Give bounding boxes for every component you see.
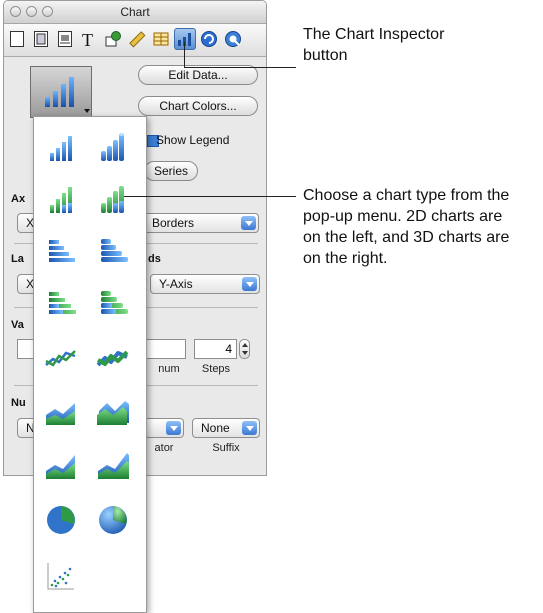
chart-type-2d-pie[interactable] (42, 501, 80, 539)
3d-line-chart-icon (96, 350, 129, 367)
separator-label: ator (154, 442, 174, 454)
values-heading: Va (11, 319, 24, 331)
line-chart-icon (45, 350, 76, 367)
minimum-field[interactable] (144, 339, 186, 359)
steps-stepper[interactable] (239, 339, 250, 359)
chevron-down-icon (241, 216, 256, 230)
chart-icon (178, 33, 191, 46)
show-legend-label: Show Legend (156, 133, 230, 147)
chart-type-leader (124, 196, 296, 197)
layout-icon (34, 31, 48, 47)
chart-type-2d-bar[interactable] (42, 233, 80, 271)
series-button[interactable]: Series (144, 161, 198, 181)
stacked-column-chart-icon (50, 187, 72, 213)
chart-type-3d-area[interactable] (94, 393, 132, 431)
chart-type-3d-line[interactable] (94, 339, 132, 377)
suffix-label: Suffix (212, 442, 240, 454)
stacked-bar-chart-icon (49, 292, 76, 314)
chart-type-button[interactable] (30, 66, 92, 118)
3d-bar-chart-icon (101, 239, 128, 262)
document-inspector-button[interactable] (6, 28, 28, 50)
chart-type-2d-stacked-bar[interactable] (42, 285, 80, 323)
borders-popup[interactable]: Borders (143, 213, 259, 233)
chart-type-2d-column[interactable] (42, 129, 80, 167)
layout-inspector-button[interactable] (30, 28, 52, 50)
chart-type-3d-stacked-column[interactable] (94, 181, 132, 219)
number-format-heading: Nu (11, 397, 26, 409)
labels-heading-tail: ds (148, 253, 161, 265)
inspector-button-leader-vertical (184, 42, 185, 68)
hyperlink-icon (201, 31, 217, 47)
document-icon (10, 31, 24, 47)
callout-line: button (303, 47, 348, 64)
graphic-icon (105, 31, 121, 47)
quicktime-inspector-button[interactable] (222, 28, 244, 50)
column-chart-icon (45, 77, 90, 113)
callout-line: The Chart Inspector (303, 26, 445, 43)
hyperlink-inspector-button[interactable] (198, 28, 220, 50)
3d-pie-chart-icon (99, 506, 127, 534)
table-inspector-button[interactable] (150, 28, 172, 50)
title-bar: Chart (4, 1, 266, 24)
text-icon: T (82, 30, 93, 48)
edit-data-button[interactable]: Edit Data... (138, 65, 258, 85)
text-inspector-button[interactable]: T (78, 28, 100, 50)
chart-inspector-button[interactable] (174, 28, 196, 50)
callout-line: Choose a chart type from the (303, 187, 510, 204)
inspector-toolbar: T (4, 24, 266, 57)
3d-stacked-bar-chart-icon (101, 291, 128, 314)
svg-text:T: T (82, 30, 93, 48)
chart-colors-button[interactable]: Chart Colors... (138, 96, 258, 116)
borders-popup-label: Borders (152, 216, 195, 230)
chevron-down-icon (242, 421, 257, 435)
table-icon (153, 32, 169, 46)
3d-stacked-column-chart-icon (101, 186, 124, 213)
chart-type-3d-stacked-area[interactable] (94, 447, 132, 485)
chart-type-2d-line[interactable] (42, 339, 80, 377)
inspector-button-leader-horizontal (184, 67, 296, 68)
column-chart-icon (50, 136, 72, 161)
chevron-updown-icon (166, 421, 181, 435)
chart-type-3d-column[interactable] (94, 129, 132, 167)
callout-line: pop-up menu. 2D charts are (303, 208, 503, 225)
separator-popup[interactable] (144, 418, 184, 438)
pie-chart-icon (47, 506, 75, 534)
chart-type-3d-bar[interactable] (94, 233, 132, 271)
quicktime-icon (225, 31, 241, 47)
scatter-chart-icon (47, 563, 74, 590)
wrap-inspector-button[interactable] (54, 28, 76, 50)
chevron-down-icon (242, 277, 257, 291)
labels-heading: La (11, 253, 24, 265)
chart-type-2d-stacked-area[interactable] (42, 447, 80, 485)
chart-type-callout: Choose a chart type from the pop-up menu… (303, 185, 509, 269)
minimum-label: num (158, 363, 180, 375)
window-title: Chart (120, 5, 150, 19)
bar-chart-icon (49, 240, 75, 262)
steps-field[interactable]: 4 (194, 339, 237, 359)
metrics-icon (129, 31, 146, 48)
chart-type-3d-pie[interactable] (94, 501, 132, 539)
suffix-popup[interactable]: None (192, 418, 260, 438)
stacked-area-chart-icon (46, 455, 75, 479)
callout-line: on the right. (303, 250, 388, 267)
chart-type-menu (33, 116, 147, 613)
chart-type-2d-area[interactable] (42, 393, 80, 431)
area-chart-icon (46, 403, 75, 425)
wrap-icon (58, 31, 72, 47)
chart-type-3d-stacked-bar[interactable] (94, 285, 132, 323)
callout-line: on the left, and 3D charts are (303, 229, 510, 246)
3d-area-chart-icon (97, 401, 129, 425)
y-axis-popup[interactable]: Y-Axis (150, 274, 260, 294)
inspector-button-callout: The Chart Inspector button (303, 24, 444, 66)
metrics-inspector-button[interactable] (126, 28, 148, 50)
axis-heading: Ax (11, 193, 26, 205)
graphic-inspector-button[interactable] (102, 28, 124, 50)
3d-stacked-area-chart-icon (98, 453, 129, 479)
y-axis-popup-label: Y-Axis (159, 277, 193, 291)
suffix-popup-label: None (201, 421, 230, 435)
chart-type-2d-stacked-column[interactable] (42, 181, 80, 219)
steps-label: Steps (201, 363, 231, 375)
3d-column-chart-icon (101, 133, 124, 161)
chart-type-scatter[interactable] (42, 557, 80, 595)
